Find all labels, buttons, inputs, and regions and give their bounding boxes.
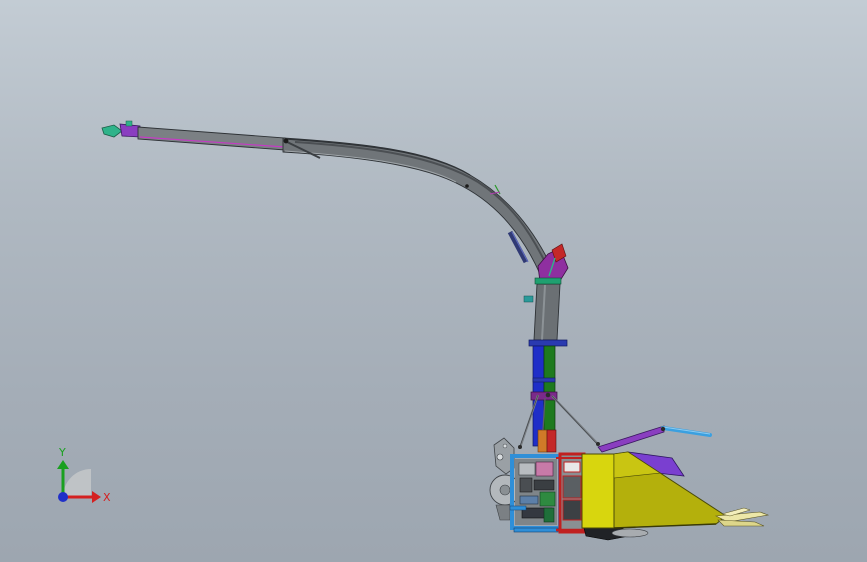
triad-y-arrow-icon	[57, 460, 69, 469]
internal-motor	[533, 479, 555, 491]
plate-hole	[496, 453, 504, 461]
mast-flange	[528, 339, 568, 347]
pulley-bracket	[495, 504, 511, 521]
mast-upper-housing	[533, 283, 561, 341]
mast-top-ring	[534, 277, 562, 285]
cutter-fingers	[714, 507, 770, 527]
skid-plate	[611, 528, 649, 538]
triad-x-label: X	[103, 491, 111, 504]
internal-block-green-2	[543, 507, 555, 523]
red-frame-panel	[562, 499, 582, 521]
chute-pin	[465, 184, 469, 188]
red-frame-panel	[563, 461, 581, 473]
internal-block-blue	[519, 495, 539, 505]
chute-deflector-tip	[101, 124, 123, 138]
mast-column[interactable]	[518, 277, 600, 453]
red-frame-panel	[562, 475, 582, 499]
frame-bottom-bar	[513, 527, 559, 533]
discharge-chute[interactable]	[101, 120, 569, 285]
triad-plane-disk	[63, 469, 91, 497]
feed-lever-purple	[597, 425, 665, 453]
hopper-front-box	[581, 453, 615, 529]
internal-block-pink	[535, 461, 554, 477]
chute-rib	[294, 141, 546, 263]
pulley-hub	[499, 484, 511, 496]
chute-pin	[283, 138, 289, 144]
internal-block-dark	[519, 477, 533, 493]
cad-graphics-viewport[interactable]: Y X	[0, 0, 867, 562]
strut-pin	[518, 445, 522, 449]
lever-pin	[660, 426, 666, 432]
strut-pin	[596, 442, 600, 446]
mast-orange-block	[537, 429, 548, 453]
triad-z-origin	[58, 492, 68, 502]
coordinate-triad: Y X	[57, 446, 111, 504]
mast-red-block	[546, 429, 557, 453]
plate-hole	[502, 443, 508, 449]
cad-model-canvas[interactable]: Y X	[0, 0, 867, 562]
mast-side-lug	[523, 295, 534, 303]
deflector-clip	[125, 120, 133, 127]
mast-collar	[532, 377, 556, 383]
internal-block-green	[539, 491, 556, 507]
frame-crossbar	[509, 505, 527, 511]
internal-block	[518, 462, 536, 476]
triad-x-arrow-icon	[92, 491, 101, 503]
feed-tube-blue	[661, 426, 712, 437]
strut-pin	[545, 392, 551, 398]
mast-strut-right-edge	[551, 395, 599, 446]
harvester-body[interactable]	[489, 425, 770, 541]
triad-y-label: Y	[58, 446, 66, 459]
